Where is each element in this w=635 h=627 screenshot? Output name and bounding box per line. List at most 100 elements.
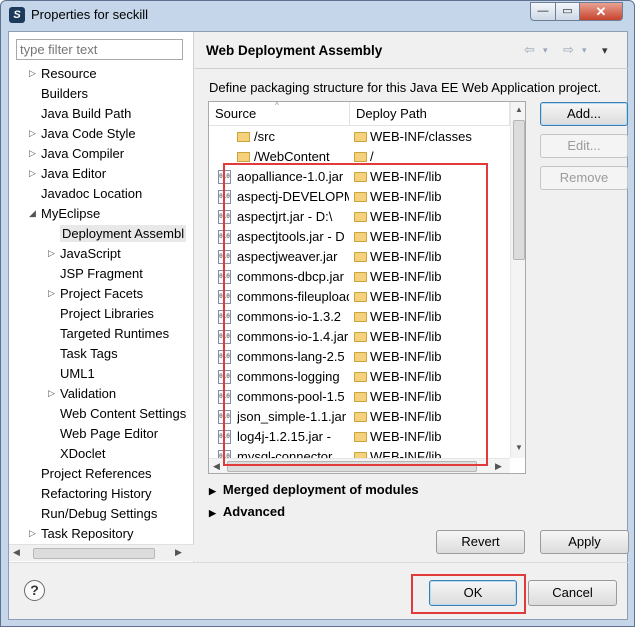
page-description: Define packaging structure for this Java… [209,80,602,95]
remove-button[interactable]: Remove [540,166,628,190]
expand-arrow-icon[interactable]: ▷ [29,164,39,183]
tree-item[interactable]: Refactoring History [41,484,152,503]
minimize-button[interactable]: — [530,2,556,21]
advanced-section[interactable]: ▶ Advanced [209,504,285,519]
tree-scroll-thumb[interactable] [33,548,155,559]
scroll-right-icon[interactable]: ▶ [175,547,182,558]
expand-arrow-icon[interactable]: ▷ [29,524,39,542]
tree-item-label: Web Page Editor [60,426,159,441]
scroll-down-icon[interactable]: ▼ [515,443,523,452]
tree-item[interactable]: Project References [41,464,152,483]
tree-item[interactable]: Deployment Assembl [60,224,187,243]
tree-item-label: Javadoc Location [41,186,143,201]
window-title: Properties for seckill [31,7,149,22]
view-menu-icon[interactable]: ▾ [602,44,608,57]
table-vscroll-thumb[interactable] [513,120,525,260]
property-page: Web Deployment Assembly ⇦ ▾ ⇨ ▾ ▾ Define… [195,32,629,562]
help-icon[interactable]: ? [24,580,45,601]
table-scroll-left-icon[interactable]: ◀ [213,461,220,472]
tree-item-label: Web Content Settings [60,406,187,421]
tree-item[interactable]: Web Page Editor [60,424,158,443]
table-row[interactable]: /src WEB-INF/classes [209,127,510,147]
tree-item[interactable]: ◢ MyEclipse [29,204,100,223]
tree-item[interactable]: ▷ Validation [48,384,116,403]
collapse-arrow-icon[interactable]: ◢ [29,204,39,223]
expand-arrow-icon: ▶ [209,508,216,518]
source-cell: /src [254,129,275,144]
expand-arrow-icon[interactable]: ▷ [29,144,39,163]
folder-icon [354,152,367,162]
expand-arrow-icon[interactable]: ▷ [48,384,58,403]
tree-item[interactable]: ▷ Java Editor [29,164,107,183]
edit-button[interactable]: Edit... [540,134,628,158]
revert-button[interactable]: Revert [436,530,525,554]
table-scroll-right-icon[interactable]: ▶ [495,461,502,472]
tree-item[interactable]: ▷ Project Facets [48,284,144,303]
cancel-button[interactable]: Cancel [528,580,617,606]
tree-item-label: XDoclet [60,446,106,461]
tree-item-label: Task Tags [60,346,118,361]
tree-item[interactable]: Targeted Runtimes [60,324,169,343]
tree-item-label: Resource [41,66,97,81]
apply-button[interactable]: Apply [540,530,629,554]
tree-item-label: Project Facets [60,286,144,301]
expand-arrow-icon[interactable]: ▷ [48,284,58,303]
deploy-path-text: / [370,149,374,164]
tree-horizontal-scrollbar[interactable]: ◀ ▶ [9,544,194,561]
folder-icon [237,152,250,162]
tree-item[interactable]: XDoclet [60,444,106,463]
tree-item[interactable]: Run/Debug Settings [41,504,157,523]
filter-input[interactable] [16,39,183,60]
column-header-deploy-path[interactable]: Deploy Path [350,102,510,126]
title-bar[interactable]: S Properties for seckill — ▭ ✕ [1,1,634,31]
tree-item-label: Java Code Style [41,126,136,141]
tree-item-label: Targeted Runtimes [60,326,170,341]
preference-navigation-panel: ▷ResourceBuildersJava Build Path▷Java Co… [9,32,194,562]
column-header-source[interactable]: ^ Source [209,102,350,126]
expand-arrow-icon: ▶ [209,486,216,496]
property-tree: ▷ Resource Builders Java Build Path ▷ Java Co… [9,64,194,542]
tree-item-label: Java Editor [41,166,107,181]
tree-item[interactable]: ▷ JavaScript [48,244,121,263]
add-button[interactable]: Add... [540,102,628,126]
tree-item[interactable]: Javadoc Location [41,184,142,203]
tree-item-label: Run/Debug Settings [41,506,158,521]
ok-button[interactable]: OK [429,580,517,606]
expand-arrow-icon[interactable]: ▷ [29,64,39,83]
page-title: Web Deployment Assembly [206,43,383,58]
tree-item-label: JSP Fragment [60,266,143,281]
tree-item-label: Deployment Assembl [60,225,187,242]
scroll-left-icon[interactable]: ◀ [13,547,20,558]
tree-item-label: Refactoring History [41,486,152,501]
close-button[interactable]: ✕ [579,2,623,21]
tree-item[interactable]: UML1 [60,364,95,383]
maximize-button[interactable]: ▭ [555,2,580,21]
annotation-highlight-box-jars [223,163,488,466]
tree-item[interactable]: ▷ Resource [29,64,97,83]
tree-item-label: Project References [41,466,152,481]
folder-icon [354,132,367,142]
back-menu-chevron-icon[interactable]: ▾ [543,45,548,56]
tree-item[interactable]: ▷ Java Code Style [29,124,136,143]
scroll-up-icon[interactable]: ▲ [515,105,523,114]
tree-item[interactable]: Task Tags [60,344,118,363]
tree-item[interactable]: Java Build Path [41,104,131,123]
tree-item[interactable]: Builders [41,84,88,103]
tree-item-label: Project Libraries [60,306,154,321]
forward-arrow-icon[interactable]: ⇨ [563,42,574,58]
footer-divider [9,562,629,563]
deploy-path-text: WEB-INF/classes [370,129,472,144]
forward-menu-chevron-icon[interactable]: ▾ [582,45,587,56]
expand-arrow-icon[interactable]: ▷ [29,124,39,143]
table-vertical-scrollbar[interactable]: ▲ ▼ [510,102,525,458]
sort-ascending-icon: ^ [275,101,279,110]
back-arrow-icon[interactable]: ⇦ [524,42,535,58]
tree-item[interactable]: JSP Fragment [60,264,143,283]
tree-item[interactable]: Web Content Settings [60,404,186,423]
tree-item[interactable]: Project Libraries [60,304,154,323]
expand-arrow-icon[interactable]: ▷ [48,244,58,263]
dialog-client-area: ▷ResourceBuildersJava Build Path▷Java Co… [8,31,629,620]
merged-deployment-section[interactable]: ▶ Merged deployment of modules [209,482,419,497]
tree-item[interactable]: ▷ Java Compiler [29,144,124,163]
tree-item[interactable]: ▷ Task Repository [29,524,133,542]
